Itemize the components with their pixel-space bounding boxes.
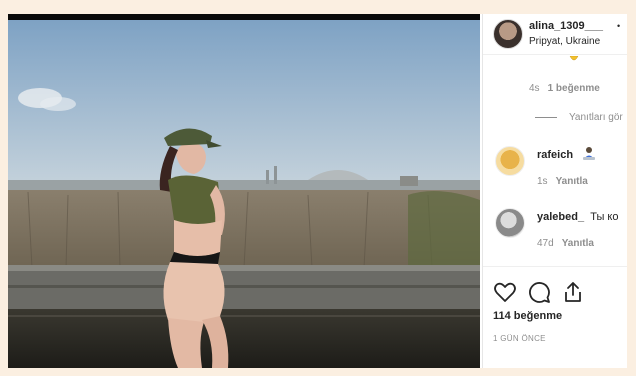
post-date: 1 GÜN ÖNCE — [493, 334, 546, 343]
reply-button[interactable]: Yanıtla — [556, 176, 588, 187]
post-location[interactable]: Pripyat, Ukraine — [529, 36, 600, 47]
comment-time: 1s — [537, 176, 548, 187]
post-header: alina_1309___ • Pripyat, Ukraine — [483, 14, 627, 55]
grin-emoji-icon — [569, 56, 579, 61]
comment-meta: 47d Yanıtla — [537, 238, 594, 249]
view-replies-label[interactable]: Yanıtları gör — [569, 112, 623, 123]
reply-button[interactable]: Yanıtla — [562, 238, 594, 249]
author-avatar[interactable] — [493, 19, 523, 49]
comment-username[interactable]: yalebed_ — [537, 211, 584, 223]
post-sidebar: alina_1309___ • Pripyat, Ukraine 4s 1 beğ… — [482, 14, 627, 368]
share-icon[interactable] — [561, 280, 585, 304]
comment-icon[interactable] — [527, 280, 551, 304]
comment-username[interactable]: rafeich — [537, 149, 573, 161]
laptop-person-emoji-icon — [583, 147, 595, 160]
likes-count[interactable]: 114 beğenme — [493, 310, 562, 322]
heart-icon[interactable] — [493, 280, 517, 304]
actions-divider — [483, 266, 627, 267]
post-window: alina_1309___ • Pripyat, Ukraine 4s 1 beğ… — [8, 14, 627, 368]
more-options-icon[interactable]: • — [617, 21, 620, 31]
photo-image — [8, 20, 480, 368]
comment-body: Ты ко — [590, 211, 619, 223]
comment-time: 47d — [537, 238, 554, 249]
comment-text-clipped — [529, 54, 532, 61]
comment-meta: 1s Yanıtla — [537, 176, 588, 187]
comment-text: yalebed_ Ты ко — [537, 211, 618, 223]
comment-time: 4s — [529, 83, 540, 94]
comment-text: rafeich — [537, 149, 573, 161]
comment-meta: 4s 1 beğenme — [529, 83, 600, 94]
comment-likes[interactable]: 1 beğenme — [548, 83, 600, 94]
commenter-avatar[interactable] — [495, 146, 525, 176]
author-username[interactable]: alina_1309___ — [529, 20, 603, 32]
commenter-avatar[interactable] — [495, 208, 525, 238]
replies-rule — [535, 117, 557, 118]
post-photo[interactable] — [8, 14, 480, 368]
